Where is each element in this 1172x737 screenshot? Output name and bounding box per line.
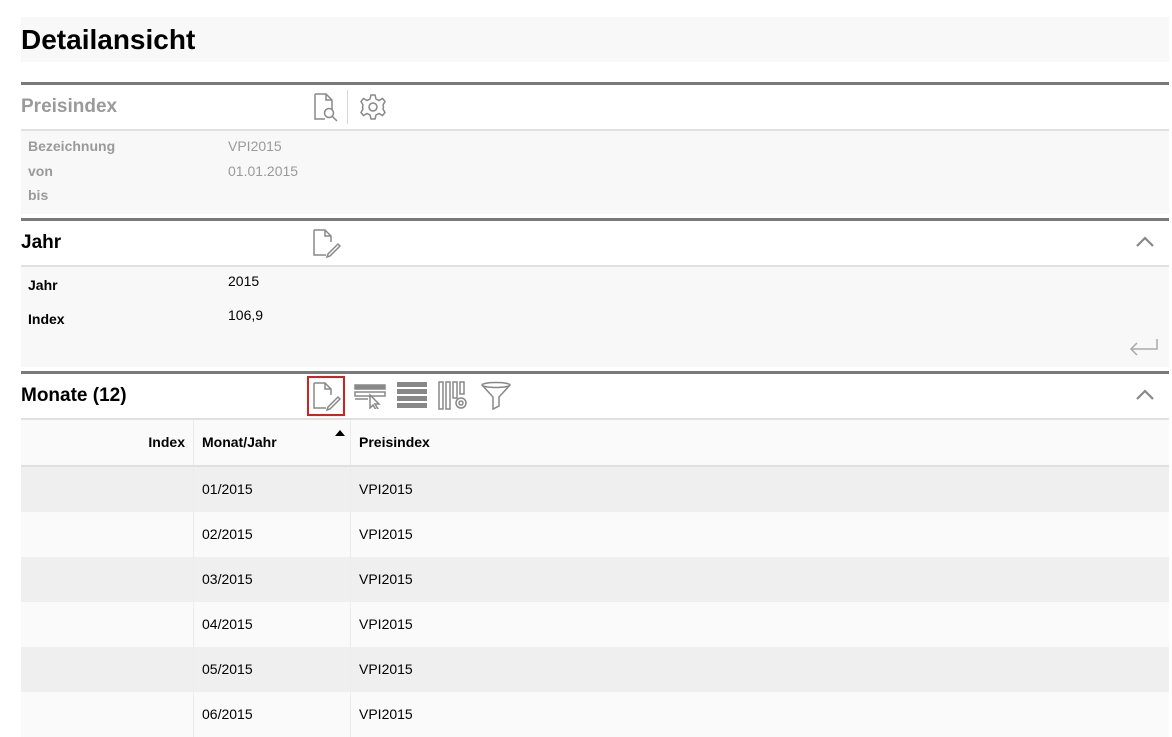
field-row: Jahr 2015 [28, 273, 1169, 307]
cell-preisindex: VPI2015 [350, 646, 1169, 692]
monate-section: Monate (12) Index Monat/Jahr Preisindex … [21, 370, 1169, 737]
column-header-index[interactable]: Index [21, 419, 194, 467]
page-title: Detailansicht [21, 23, 196, 55]
table-row[interactable]: 06/2015 VPI2015 [21, 691, 1169, 737]
table-row[interactable]: 01/2015 VPI2015 [21, 465, 1169, 512]
preisindex-header: Preisindex [21, 82, 1169, 131]
filter-icon[interactable] [479, 379, 513, 413]
field-label: Jahr [28, 276, 58, 293]
document-search-icon[interactable] [309, 90, 343, 124]
toolbar-separator [347, 90, 348, 124]
field-label: von [28, 162, 53, 179]
table-header-row: Index Monat/Jahr Preisindex [21, 419, 1169, 467]
field-value: VPI2015 [228, 138, 282, 154]
jahr-details: Jahr 2015 Index 106,9 [21, 266, 1169, 367]
chevron-up-icon[interactable] [1133, 383, 1157, 407]
document-edit-icon[interactable] [307, 375, 345, 416]
preisindex-details: Bezeichnung VPI2015 von 01.01.2015 bis [21, 131, 1169, 214]
field-label: bis [28, 187, 49, 203]
table-row[interactable]: 05/2015 VPI2015 [21, 646, 1169, 692]
table-row[interactable]: 04/2015 VPI2015 [21, 601, 1169, 647]
field-value: 2015 [228, 272, 260, 289]
return-icon[interactable] [1127, 336, 1159, 363]
monate-toolbar [307, 375, 521, 416]
cell-index [21, 646, 194, 692]
column-header-preisindex[interactable]: Preisindex [350, 419, 1169, 467]
table-row[interactable]: 03/2015 VPI2015 [21, 556, 1169, 602]
field-row: bis [28, 185, 1169, 210]
field-row: Bezeichnung VPI2015 [28, 136, 1169, 161]
jahr-toolbar [309, 226, 351, 260]
field-label: Index [28, 310, 65, 327]
field-row: von 01.01.2015 [28, 161, 1169, 186]
sort-ascending-icon [335, 429, 345, 436]
gear-icon[interactable] [356, 90, 390, 124]
cell-preisindex: VPI2015 [350, 511, 1169, 557]
jahr-section: Jahr Jahr 2015 Index 106,9 [21, 217, 1169, 367]
cell-index [21, 691, 194, 737]
cell-monat: 04/2015 [193, 601, 351, 647]
cell-monat: 03/2015 [193, 556, 351, 602]
cell-preisindex: VPI2015 [350, 465, 1169, 512]
cell-index [21, 465, 194, 512]
field-row: Index 106,9 [28, 307, 1169, 341]
monate-header: Monate (12) [21, 370, 1169, 420]
table-row[interactable]: 02/2015 VPI2015 [21, 511, 1169, 557]
field-value: 106,9 [228, 306, 264, 323]
field-label: Bezeichnung [28, 138, 116, 154]
cell-monat: 02/2015 [193, 511, 351, 557]
cell-monat: 05/2015 [193, 646, 351, 692]
column-header-label: Monat/Jahr [202, 434, 277, 450]
cell-index [21, 511, 194, 557]
cell-preisindex: VPI2015 [350, 601, 1169, 647]
select-rows-icon[interactable] [353, 379, 387, 413]
cell-preisindex: VPI2015 [350, 691, 1169, 737]
list-rows-icon[interactable] [395, 379, 429, 413]
cell-index [21, 601, 194, 647]
cell-monat: 06/2015 [193, 691, 351, 737]
preisindex-section: Preisindex Bezeichnung VPI2015 von 01.01… [21, 82, 1169, 214]
jahr-title: Jahr [21, 231, 62, 253]
chevron-up-icon[interactable] [1133, 230, 1157, 254]
preisindex-toolbar [309, 90, 398, 124]
title-bar: Detailansicht [21, 17, 1169, 62]
cell-preisindex: VPI2015 [350, 556, 1169, 602]
monate-title: Monate (12) [21, 384, 127, 406]
detail-page: Detailansicht Preisindex Bezeichnung VPI… [21, 17, 1169, 737]
preisindex-title: Preisindex [21, 96, 118, 117]
jahr-header: Jahr [21, 217, 1169, 267]
column-header-monat[interactable]: Monat/Jahr [193, 419, 351, 467]
cell-index [21, 556, 194, 602]
column-settings-icon[interactable] [437, 379, 471, 413]
document-edit-icon[interactable] [309, 226, 343, 260]
monate-table: Index Monat/Jahr Preisindex 01/2015 VPI2… [21, 419, 1169, 737]
cell-monat: 01/2015 [193, 465, 351, 512]
field-value: 01.01.2015 [228, 162, 299, 179]
